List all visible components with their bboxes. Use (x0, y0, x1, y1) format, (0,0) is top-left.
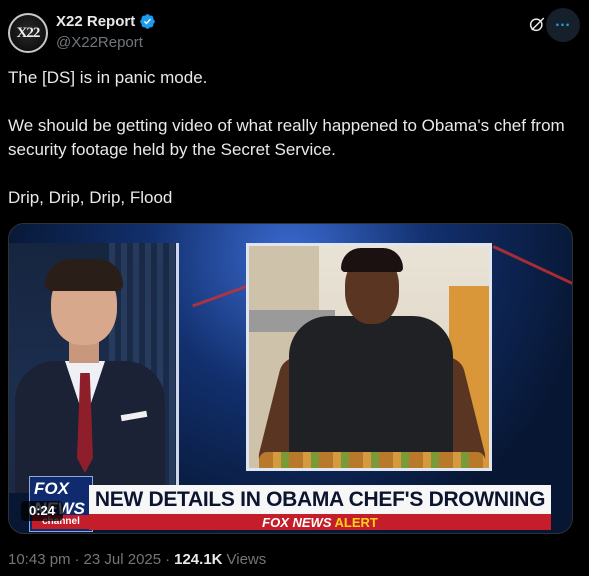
chef-shirt (289, 316, 453, 468)
post-date[interactable]: 23 Jul 2025 (84, 551, 162, 568)
video-duration-badge: 0:24 (21, 501, 64, 521)
tweet-line-1: The [DS] is in panic mode. (8, 68, 208, 87)
verified-badge-icon (140, 14, 155, 29)
views-label: Views (226, 551, 267, 568)
video-player[interactable]: FOX NEWS channel NEW DETAILS IN OBAMA CH… (8, 223, 573, 534)
author-name-row: X22 Report (56, 13, 156, 30)
alert-prefix: FOX NEWS (262, 514, 332, 530)
tweet-line-2: We should be getting video of what reall… (8, 116, 565, 159)
tweet-meta: 10:43 pm · 23 Jul 2025 · 124.1K Views (8, 551, 266, 568)
avatar-text: X22 (16, 24, 41, 41)
views-count[interactable]: 124.1K (174, 551, 222, 568)
post-time[interactable]: 10:43 pm (8, 551, 71, 568)
food-tray (259, 452, 485, 468)
author-handle[interactable]: @X22Report (56, 34, 143, 51)
more-icon: … (554, 13, 572, 30)
grok-icon[interactable] (528, 15, 546, 33)
headline-text: NEW DETAILS IN OBAMA CHEF'S DROWNING (94, 487, 546, 511)
author-avatar[interactable]: X22 (8, 13, 48, 53)
chef-hair (341, 248, 403, 272)
host-hair (45, 259, 123, 291)
tweet-text: The [DS] is in panic mode. We should be … (8, 66, 578, 210)
headline-banner: NEW DETAILS IN OBAMA CHEF'S DROWNING (89, 485, 551, 514)
tweet-line-3: Drip, Drip, Drip, Flood (8, 188, 173, 207)
meta-separator: · (74, 551, 80, 568)
more-button[interactable]: … (546, 8, 580, 42)
host-video-panel (9, 243, 179, 493)
alert-bar: FOX NEWS ALERT (89, 514, 551, 530)
alert-suffix: ALERT (334, 514, 378, 530)
chef-photo-panel (246, 243, 492, 471)
author-name[interactable]: X22 Report (56, 13, 135, 30)
meta-separator: · (165, 551, 171, 568)
